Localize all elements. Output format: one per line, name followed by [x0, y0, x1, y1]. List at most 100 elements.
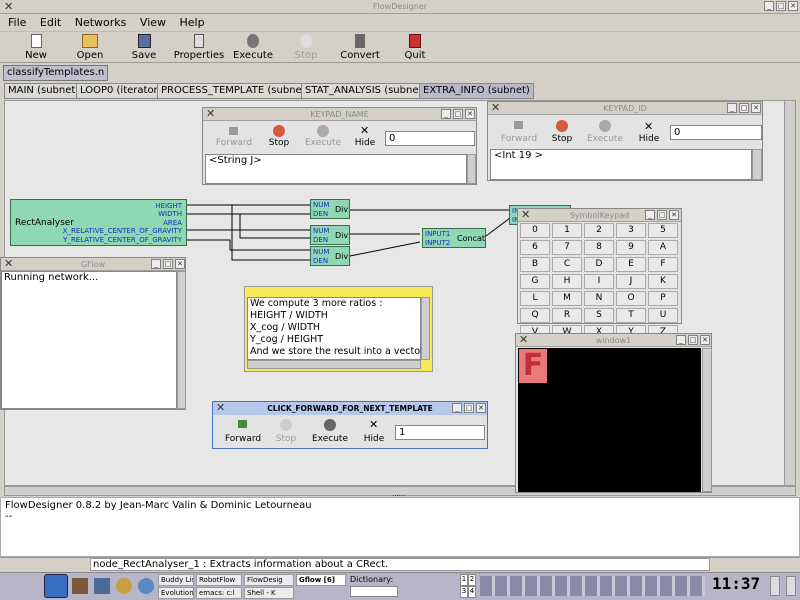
- port-num[interactable]: NUM: [313, 248, 329, 256]
- keypad-id-stop[interactable]: Stop: [542, 134, 582, 144]
- key-M[interactable]: M: [552, 291, 582, 306]
- keypad-id-forward[interactable]: Forward: [498, 134, 540, 144]
- click-forward-titlebar[interactable]: ✕ CLICK_FORWARD_FOR_NEXT_TEMPLATE _ □ ✕: [213, 402, 487, 415]
- keypad-id-hide[interactable]: Hide: [631, 134, 667, 144]
- comment-horizontal-scrollbar[interactable]: [247, 360, 421, 369]
- port-num[interactable]: NUM: [313, 201, 329, 209]
- maximize-icon[interactable]: □: [657, 210, 667, 220]
- task-buddy-list[interactable]: Buddy List: [158, 574, 194, 586]
- key-G[interactable]: G: [520, 274, 550, 289]
- window1-scrollbar[interactable]: [702, 348, 712, 492]
- click-forward-forward[interactable]: Forward: [221, 434, 265, 444]
- desktop-1[interactable]: 1: [460, 574, 468, 586]
- close-icon[interactable]: ✕: [476, 403, 486, 413]
- port-y-cog[interactable]: Y_RELATIVE_CENTER_OF_GRAVITY: [63, 236, 182, 244]
- window1-titlebar[interactable]: ✕ window1 _ □ ✕: [516, 334, 711, 347]
- close-icon[interactable]: ✕: [669, 210, 679, 220]
- key-P[interactable]: P: [648, 291, 678, 306]
- key-3[interactable]: 3: [616, 223, 646, 238]
- task-emacs[interactable]: emacs: c:l: [196, 587, 242, 599]
- key-B[interactable]: B: [520, 257, 550, 272]
- maximize-icon[interactable]: □: [688, 335, 698, 345]
- minimize-icon[interactable]: _: [452, 403, 462, 413]
- node-div-2[interactable]: NUM DEN Div: [310, 225, 350, 245]
- gflow-output-area[interactable]: Running network...: [1, 271, 177, 409]
- gflow-window[interactable]: ✕ GFlow _ □ ✕ Running network...: [0, 257, 186, 410]
- key-R[interactable]: R: [552, 308, 582, 323]
- dictionary-input[interactable]: [350, 586, 398, 597]
- click-forward-value-input[interactable]: 1: [395, 425, 485, 440]
- keypad-name-menu-icon[interactable]: ✕: [206, 108, 215, 119]
- minimize-icon[interactable]: _: [645, 210, 655, 220]
- node-div-1[interactable]: NUM DEN Div: [310, 199, 350, 219]
- key-A[interactable]: A: [648, 240, 678, 255]
- key-7[interactable]: 7: [552, 240, 582, 255]
- port-num[interactable]: NUM: [313, 227, 329, 235]
- symbol-keypad-titlebar[interactable]: ✕ SymbolKeypad _ □ ✕: [518, 209, 681, 222]
- task-robotflow[interactable]: RobotFlow: [196, 574, 242, 586]
- desktop-4[interactable]: 4: [468, 586, 476, 598]
- minimize-icon[interactable]: _: [676, 335, 686, 345]
- symbol-keypad-window[interactable]: ✕ SymbolKeypad _ □ ✕ 01235 6789A BCDEF GHIJ…: [517, 208, 682, 340]
- maximize-icon[interactable]: □: [163, 259, 173, 269]
- key-O[interactable]: O: [616, 291, 646, 306]
- key-6[interactable]: 6: [520, 240, 550, 255]
- key-I[interactable]: I: [584, 274, 614, 289]
- key-8[interactable]: 8: [584, 240, 614, 255]
- task-shell[interactable]: Shell - K: [244, 587, 294, 599]
- close-icon[interactable]: ✕: [465, 109, 475, 119]
- port-input2[interactable]: INPUT2: [425, 239, 450, 247]
- comment-text-area[interactable]: We compute 3 more ratios : HEIGHT / WIDT…: [247, 297, 424, 360]
- key-0[interactable]: 0: [520, 223, 550, 238]
- window1[interactable]: ✕ window1 _ □ ✕ F: [515, 333, 712, 493]
- port-x-cog[interactable]: X_RELATIVE_CENTER_OF_GRAVITY: [63, 227, 182, 235]
- port-input1[interactable]: INPUT1: [425, 230, 450, 238]
- desktop-icon[interactable]: [94, 578, 110, 594]
- keypad-name-execute[interactable]: Execute: [299, 138, 347, 148]
- key-C[interactable]: C: [552, 257, 582, 272]
- home-icon[interactable]: [72, 578, 88, 594]
- click-forward-execute[interactable]: Execute: [306, 434, 354, 444]
- click-forward-menu-icon[interactable]: ✕: [216, 402, 225, 413]
- port-den[interactable]: DEN: [313, 210, 328, 218]
- maximize-icon[interactable]: □: [464, 403, 474, 413]
- node-concat[interactable]: INPUT1 INPUT2 Concat: [422, 228, 486, 248]
- key-5[interactable]: 5: [648, 223, 678, 238]
- maximize-icon[interactable]: □: [739, 103, 749, 113]
- comment-vertical-scrollbar[interactable]: [421, 297, 430, 360]
- click-forward-hide[interactable]: Hide: [356, 434, 392, 444]
- task-gflow[interactable]: Gflow [6]: [296, 574, 346, 586]
- key-J[interactable]: J: [616, 274, 646, 289]
- keypad-id-execute[interactable]: Execute: [581, 134, 629, 144]
- keypad-id-text-area[interactable]: <Int 19 >: [490, 149, 752, 180]
- keypad-name-titlebar[interactable]: ✕ KEYPAD_NAME _ □ ✕: [203, 108, 476, 121]
- node-div-3[interactable]: NUM DEN Div: [310, 246, 350, 266]
- task-flowdesig[interactable]: FlowDesig: [244, 574, 294, 586]
- key-E[interactable]: E: [616, 257, 646, 272]
- keypad-id-value-input[interactable]: 0: [670, 125, 762, 140]
- keypad-name-window[interactable]: ✕ KEYPAD_NAME _ □ ✕ Forward Stop Execute…: [202, 107, 477, 185]
- desktop-2[interactable]: 2: [468, 574, 476, 586]
- comment-box[interactable]: We compute 3 more ratios : HEIGHT / WIDT…: [244, 286, 433, 372]
- window1-menu-icon[interactable]: ✕: [519, 334, 528, 345]
- keypad-id-window[interactable]: ✕ KEYPAD_ID _ □ ✕ Forward Stop Execute ✕…: [487, 101, 763, 181]
- port-height[interactable]: HEIGHT: [155, 202, 182, 210]
- key-9[interactable]: 9: [616, 240, 646, 255]
- help-icon[interactable]: [138, 578, 154, 594]
- maximize-icon[interactable]: □: [453, 109, 463, 119]
- browser-icon[interactable]: [116, 578, 132, 594]
- taskbar-scroll-icon[interactable]: [770, 576, 780, 596]
- keypad-name-stop[interactable]: Stop: [259, 138, 299, 148]
- node-rectanalyser[interactable]: RectAnalyser HEIGHT WIDTH AREA X_RELATIV…: [10, 199, 187, 246]
- taskbar-hide-icon[interactable]: [786, 576, 796, 596]
- close-icon[interactable]: ✕: [700, 335, 710, 345]
- key-U[interactable]: U: [648, 308, 678, 323]
- gflow-scrollbar[interactable]: [177, 271, 186, 409]
- click-forward-window[interactable]: ✕ CLICK_FORWARD_FOR_NEXT_TEMPLATE _ □ ✕ …: [212, 401, 488, 449]
- port-den[interactable]: DEN: [313, 236, 328, 244]
- keypad-id-scrollbar[interactable]: [752, 149, 762, 180]
- log-output[interactable]: FlowDesigner 0.8.2 by Jean-Marc Valin & …: [0, 497, 800, 557]
- keypad-id-menu-icon[interactable]: ✕: [491, 102, 500, 113]
- port-width[interactable]: WIDTH: [158, 210, 182, 218]
- keypad-name-value-input[interactable]: 0: [385, 131, 475, 146]
